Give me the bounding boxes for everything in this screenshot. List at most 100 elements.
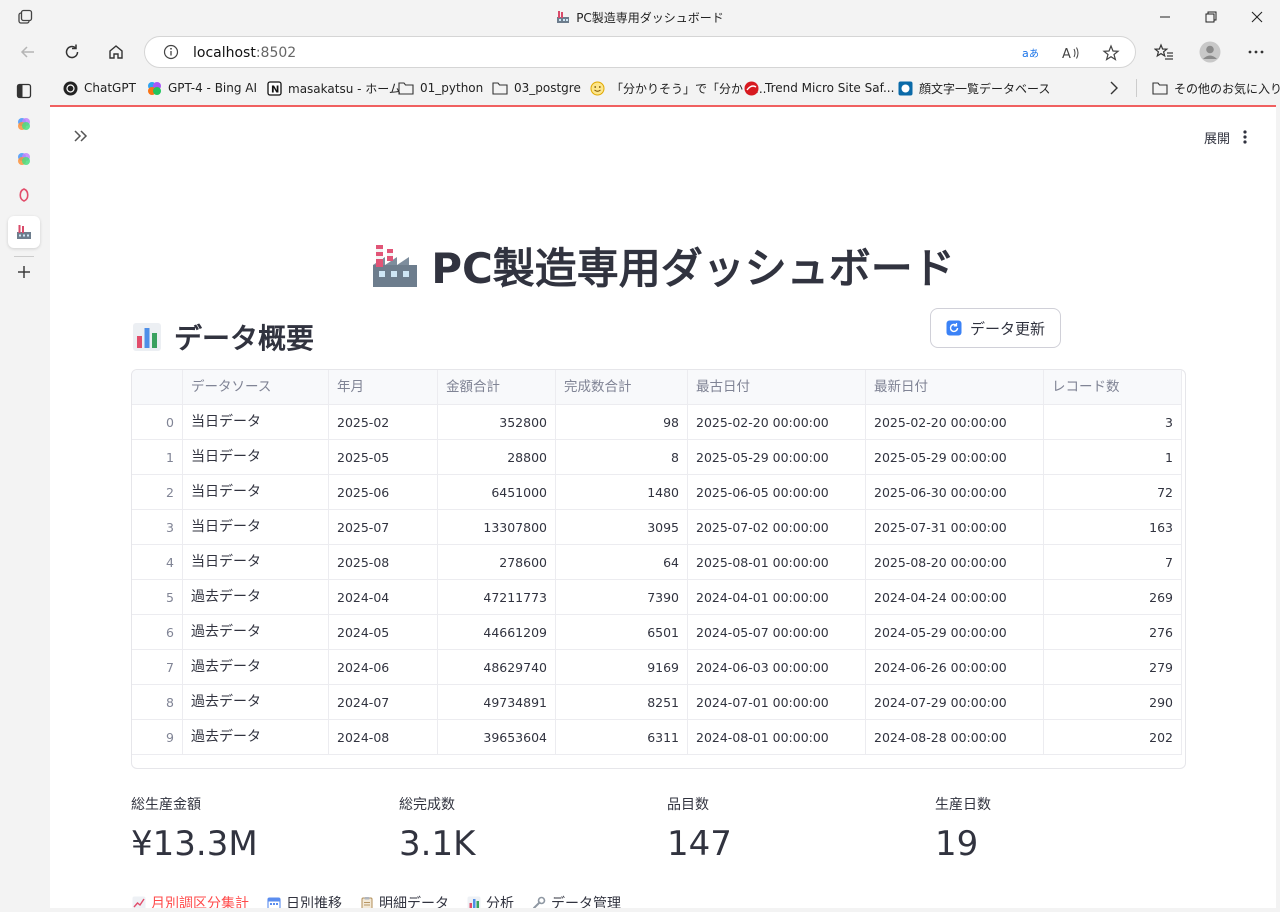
url-text[interactable]: localhost:8502 (193, 45, 296, 61)
factory-icon (556, 10, 570, 24)
expand-sidebar-button[interactable] (72, 127, 90, 150)
bookmark-folder-python[interactable]: 01_python (398, 79, 483, 97)
cell-col-source: 過去データ (183, 685, 329, 720)
home-button[interactable] (101, 37, 131, 67)
copilot-icon (146, 80, 162, 96)
sidebar-tab-dashboard[interactable] (8, 216, 40, 248)
tab-actions-button[interactable] (8, 75, 40, 107)
bookmark-kaomoji[interactable]: 顔文字一覧データベース (897, 79, 1050, 97)
bookmark-trend-micro[interactable]: Trend Micro Site Saf... (743, 79, 894, 97)
bookmark-other-favorites[interactable]: その他のお気に入り (1152, 79, 1280, 97)
bookmark-label: その他のお気に入り (1174, 81, 1280, 96)
address-bar[interactable]: localhost:8502 aあ A (144, 36, 1136, 68)
tab-label: 明細データ (379, 896, 449, 908)
site-icon (897, 80, 913, 96)
settings-menu-button[interactable] (1241, 37, 1271, 67)
cell-col-amount: 49734891 (438, 685, 556, 720)
sidebar-tab-copilot-1[interactable] (8, 108, 40, 140)
header-col-index[interactable] (132, 370, 183, 405)
bookmark-notion[interactable]: N masakatsu - ホーム (266, 79, 401, 97)
plus-icon (18, 266, 30, 278)
cell-col-oldest-date: 2025-02-20 00:00:00 (688, 405, 866, 440)
svg-text:N: N (271, 84, 279, 95)
back-button[interactable] (13, 37, 43, 67)
cell-col-index: 9 (132, 720, 183, 755)
bookmark-folder-postgre[interactable]: 03_postgre (492, 79, 581, 97)
metric-value: 19 (935, 824, 979, 864)
translate-icon[interactable]: aあ (1021, 43, 1041, 63)
cell-col-newest-date: 2024-07-29 00:00:00 (866, 685, 1044, 720)
cell-col-newest-date: 2025-05-29 00:00:00 (866, 440, 1044, 475)
cell-col-index: 1 (132, 440, 183, 475)
clipboard-icon (360, 896, 374, 908)
main-menu-button[interactable] (1242, 127, 1248, 147)
cell-col-month: 2025-06 (329, 475, 438, 510)
copilot-icon (18, 153, 30, 165)
sidebar-tab-app[interactable] (8, 179, 40, 211)
metric-total-completed: 総完成数 3.1K (399, 794, 475, 864)
cell-col-index: 7 (132, 650, 183, 685)
bookmarks-overflow-button[interactable] (1108, 79, 1120, 97)
cell-col-completed: 1480 (556, 475, 688, 510)
tab-data-management[interactable]: データ管理 (532, 893, 621, 908)
cell-col-completed: 9169 (556, 650, 688, 685)
table-row-partial (132, 755, 1182, 768)
table-row: 5 過去データ 2024-04 47211773 7390 2024-04-01 00:0… (132, 580, 1182, 615)
cell-col-newest-date: 2025-02-20 00:00:00 (866, 405, 1044, 440)
header-col-oldest-date[interactable]: 最古日付 (688, 370, 866, 405)
tab-daily-trend[interactable]: 日別推移 (267, 893, 342, 908)
bar-chart-icon (467, 896, 481, 908)
star-icon[interactable] (1101, 43, 1121, 63)
header-col-source[interactable]: データソース (183, 370, 329, 405)
cell-col-source: 過去データ (183, 720, 329, 755)
table-row: 2 当日データ 2025-06 6451000 1480 2025-06-05 00:00… (132, 475, 1182, 510)
header-col-amount[interactable]: 金額合計 (438, 370, 556, 405)
tab-label: 分析 (486, 896, 514, 908)
header-col-records[interactable]: レコード数 (1044, 370, 1182, 405)
trendmicro-icon (743, 80, 759, 96)
cell-col-oldest-date: 2024-06-03 00:00:00 (688, 650, 866, 685)
data-overview-table[interactable]: データソース 年月 金額合計 完成数合計 最古日付 最新日付 レコード数 0 当日データ 2025… (131, 369, 1186, 769)
favorites-button[interactable] (1149, 37, 1179, 67)
bookmark-label: ChatGPT (84, 81, 136, 95)
info-icon[interactable] (163, 44, 179, 60)
close-button[interactable] (1234, 0, 1280, 33)
header-col-completed[interactable]: 完成数合計 (556, 370, 688, 405)
header-col-month[interactable]: 年月 (329, 370, 438, 405)
header-col-newest-date[interactable]: 最新日付 (866, 370, 1044, 405)
page-title-text: PC製造専用ダッシュボード (431, 244, 955, 293)
window-title: PC製造専用ダッシュボード (0, 9, 1280, 26)
sidebar-tab-copilot-2[interactable] (8, 143, 40, 175)
tab-detail-data[interactable]: 明細データ (360, 893, 449, 908)
cell-col-amount: 13307800 (438, 510, 556, 545)
cell-col-amount: 44661209 (438, 615, 556, 650)
cell-col-completed: 7390 (556, 580, 688, 615)
cell-col-completed: 6501 (556, 615, 688, 650)
cell-col-oldest-date: 2024-08-01 00:00:00 (688, 720, 866, 755)
bookmark-wakarisou[interactable]: 「分かりそう」で「分から... (589, 79, 766, 97)
restore-button[interactable] (1188, 0, 1234, 33)
arrow-left-icon (20, 46, 34, 58)
bookmarks-divider (1136, 79, 1137, 97)
tab-monthly-summary[interactable]: 月別調区分集計 (132, 893, 249, 908)
bookmark-chatgpt[interactable]: ChatGPT (62, 79, 136, 97)
cell-col-amount: 352800 (438, 405, 556, 440)
smile-icon (589, 80, 605, 96)
profile-button[interactable] (1195, 37, 1225, 67)
cell-col-newest-date: 2024-08-28 00:00:00 (866, 720, 1044, 755)
cell-col-index: 6 (132, 615, 183, 650)
reload-icon (65, 44, 79, 59)
new-tab-button[interactable] (8, 256, 40, 288)
deploy-button[interactable]: 展開 (1204, 128, 1230, 147)
minimize-button[interactable] (1142, 0, 1188, 33)
tab-analysis[interactable]: 分析 (467, 893, 514, 908)
read-aloud-icon[interactable]: A (1061, 43, 1081, 63)
reload-button[interactable] (57, 37, 87, 67)
url-port: :8502 (255, 45, 297, 61)
cell-col-month: 2025-02 (329, 405, 438, 440)
bookmark-bing-ai[interactable]: GPT-4 - Bing AI (146, 79, 257, 97)
metric-item-count: 品目数 147 (667, 794, 732, 864)
metric-total-amount: 総生産金額 ¥13.3M (131, 794, 258, 864)
refresh-data-button[interactable]: データ更新 (930, 308, 1061, 348)
bookmark-label: GPT-4 - Bing AI (168, 81, 258, 95)
